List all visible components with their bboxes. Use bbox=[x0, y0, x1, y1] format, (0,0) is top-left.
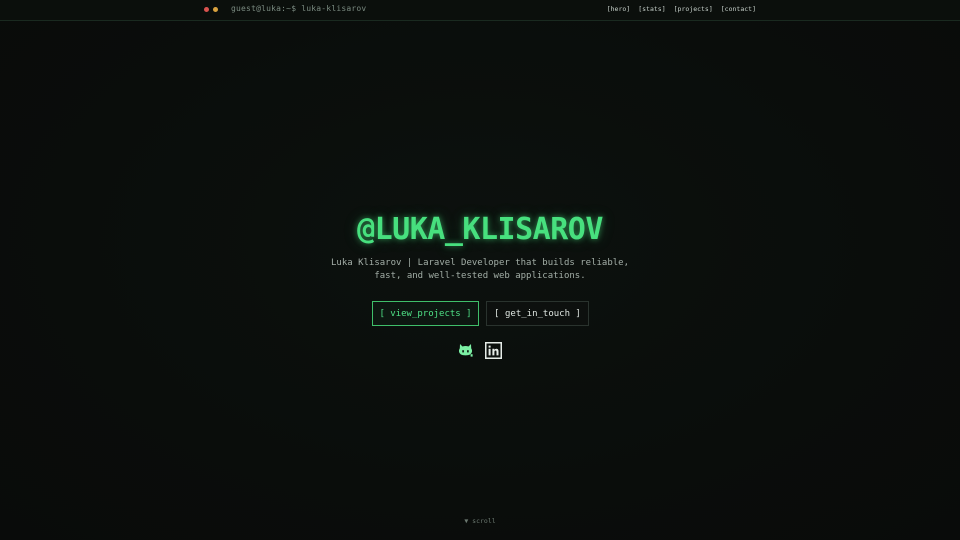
linkedin-icon[interactable] bbox=[485, 342, 502, 359]
hero-title: @LUKA_KLISAROV bbox=[357, 212, 603, 247]
page: guest@luka:~$ luka-klisarov [hero] [stat… bbox=[0, 0, 960, 540]
window-dots bbox=[204, 7, 218, 12]
nav-stats-link[interactable]: [stats] bbox=[638, 5, 665, 13]
top-bar: guest@luka:~$ luka-klisarov [hero] [stat… bbox=[0, 0, 960, 21]
github-icon[interactable] bbox=[457, 342, 474, 359]
github-icon-graphic bbox=[458, 344, 473, 357]
red-dot-icon bbox=[204, 7, 209, 12]
main-nav: [hero] [stats] [projects] [contact] bbox=[607, 5, 756, 13]
get-in-touch-button[interactable]: [ get_in_touch ] bbox=[486, 301, 589, 326]
view-projects-button[interactable]: [ view_projects ] bbox=[372, 301, 479, 326]
nav-projects-link[interactable]: [projects] bbox=[674, 5, 713, 13]
scroll-hint[interactable]: ▼ scroll bbox=[0, 517, 960, 525]
terminal-prompt: guest@luka:~$ luka-klisarov bbox=[231, 4, 367, 13]
linkedin-icon-graphic bbox=[485, 342, 502, 359]
nav-hero-link[interactable]: [hero] bbox=[607, 5, 630, 13]
hero-subtitle: Luka Klisarov | Laravel Developer that b… bbox=[330, 258, 629, 281]
yellow-dot-icon bbox=[213, 7, 218, 12]
nav-contact-link[interactable]: [contact] bbox=[721, 5, 756, 13]
